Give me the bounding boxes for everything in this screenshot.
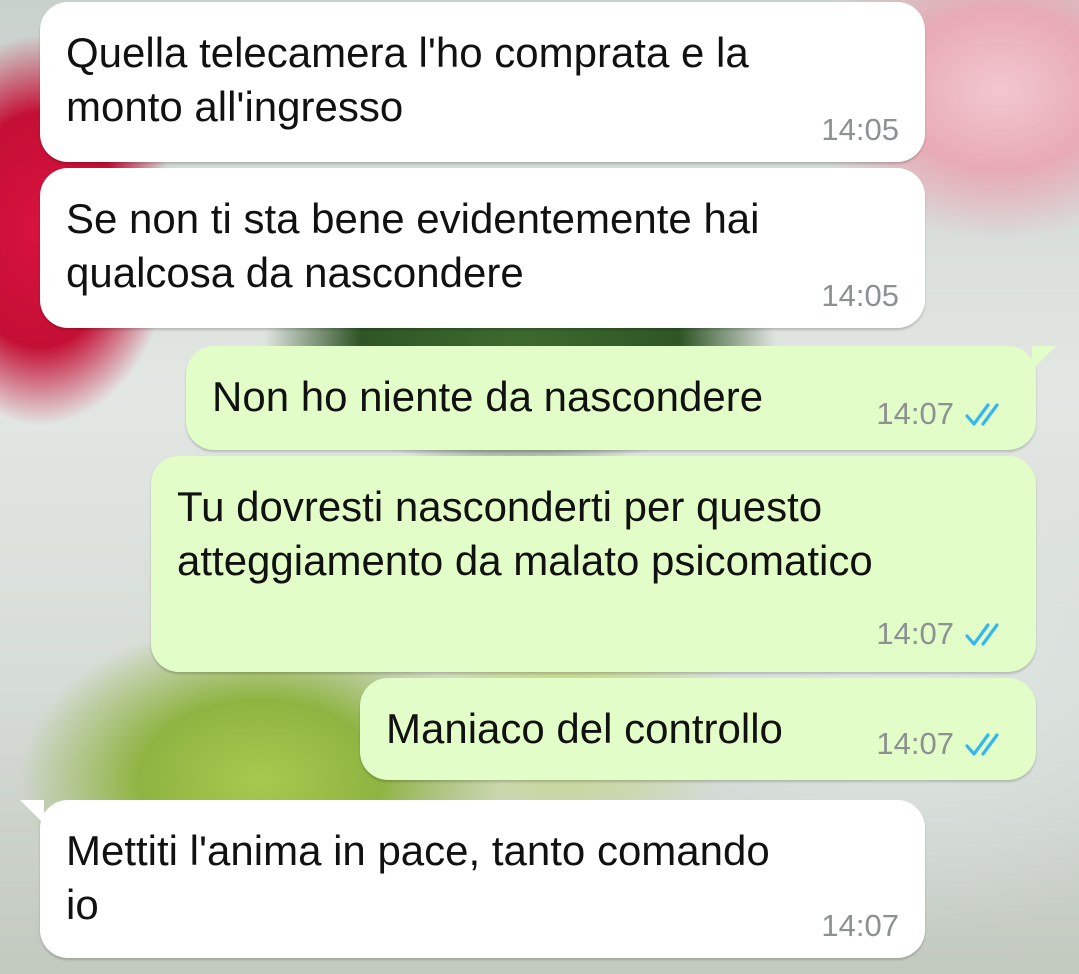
message-time: 14:05 xyxy=(821,278,899,313)
message-meta: 14:07 xyxy=(876,726,1010,762)
message-time: 14:07 xyxy=(876,726,954,761)
message-text: Se non ti sta bene evidentemente hai qua… xyxy=(66,195,760,296)
message-meta: 14:07 xyxy=(821,908,899,944)
message-text: Non ho niente da nascondere xyxy=(212,373,764,420)
message-bubble-incoming[interactable]: Quella telecamera l'ho comprata e la mon… xyxy=(40,2,925,162)
message-text: Maniaco del controllo xyxy=(386,705,783,752)
message-bubble-outgoing[interactable]: Non ho niente da nascondere 14:07 xyxy=(186,346,1056,450)
bubble-tail xyxy=(1032,346,1056,370)
message-bubble-outgoing[interactable]: Maniaco del controllo 14:07 xyxy=(360,678,1036,780)
message-text: Tu dovresti nasconderti per questo atteg… xyxy=(177,483,873,584)
message-meta: 14:07 xyxy=(876,396,1010,432)
message-bubble-outgoing[interactable]: Tu dovresti nasconderti per questo atteg… xyxy=(151,456,1036,672)
message-meta: 14:07 xyxy=(876,616,1010,652)
message-time: 14:05 xyxy=(821,112,899,147)
message-time: 14:07 xyxy=(876,616,954,651)
message-bubble-incoming[interactable]: Mettiti l'anima in pace, tanto comando i… xyxy=(20,800,925,958)
message-meta: 14:05 xyxy=(821,278,899,314)
double-check-read-icon xyxy=(965,403,999,426)
message-time: 14:07 xyxy=(821,908,899,943)
message-text: Mettiti l'anima in pace, tanto comando i… xyxy=(66,827,770,928)
bubble-tail xyxy=(20,800,44,824)
message-bubble-incoming[interactable]: Se non ti sta bene evidentemente hai qua… xyxy=(40,168,925,328)
double-check-read-icon xyxy=(965,733,999,756)
message-text: Quella telecamera l'ho comprata e la mon… xyxy=(66,29,749,130)
chat-screen: Quella telecamera l'ho comprata e la mon… xyxy=(0,0,1079,974)
message-meta: 14:05 xyxy=(821,112,899,148)
message-time: 14:07 xyxy=(876,396,954,431)
double-check-read-icon xyxy=(965,623,999,646)
